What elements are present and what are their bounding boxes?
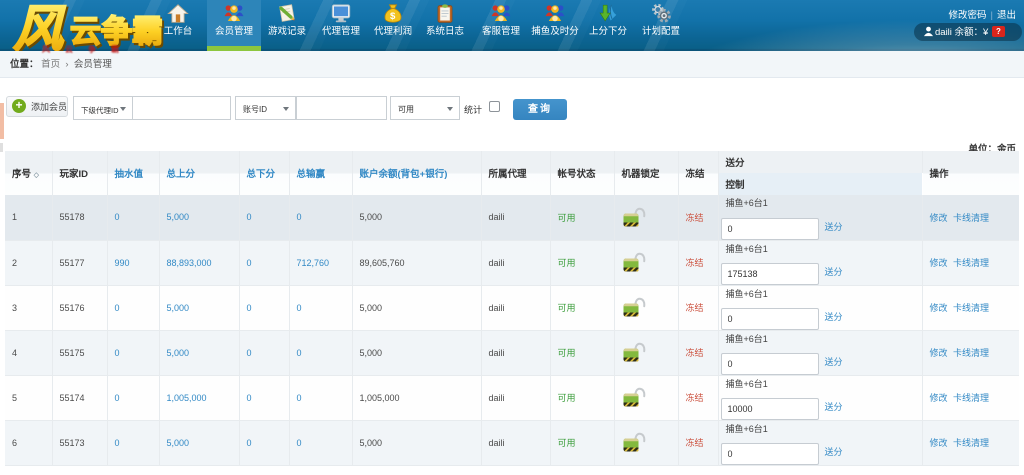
svg-text:$: $	[390, 11, 396, 22]
svg-text:风: 风	[13, 1, 66, 51]
